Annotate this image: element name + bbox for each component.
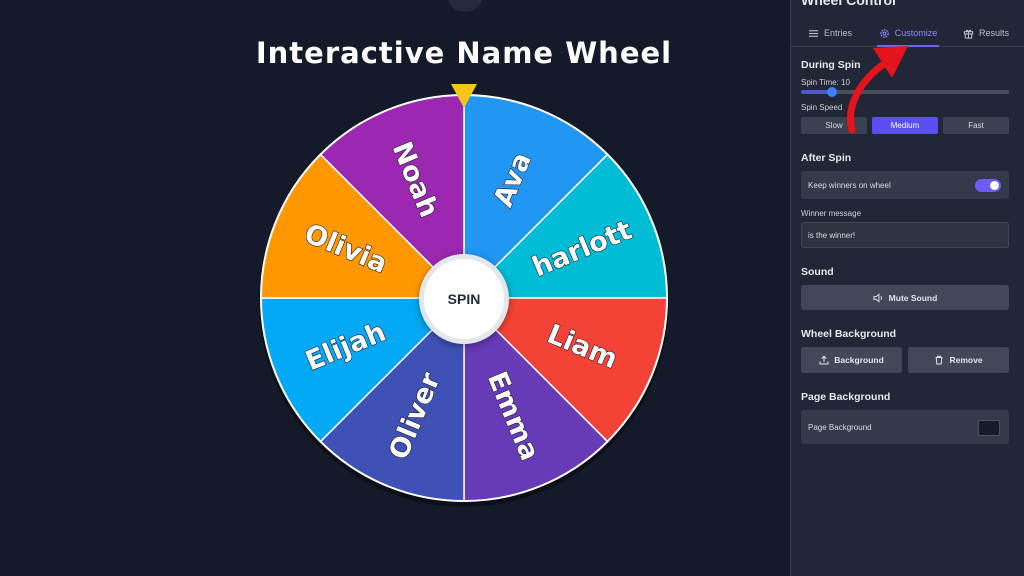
wheel-background-actions: Background Remove [801,347,1009,373]
remove-background-button[interactable]: Remove [908,347,1009,373]
gift-icon [963,29,974,39]
spin-time-slider-thumb[interactable] [827,87,838,97]
tab-customize[interactable]: Customize [869,20,947,47]
upload-background-button[interactable]: Background [801,347,902,373]
keep-winners-toggle[interactable] [975,179,1001,192]
wheel-background-heading: Wheel Background [801,328,897,340]
panel-title: Wheel Control [801,0,896,8]
spin-speed-label: Spin Speed [801,103,843,112]
toggle-knob [990,181,999,190]
gear-icon [879,28,889,38]
panel-tabs: Entries Customize Results [791,20,1024,47]
background-label: Background [834,355,884,365]
page-background-label: Page Background [808,422,872,432]
speed-fast-button[interactable]: Fast [943,117,1009,134]
winner-message-label: Winner message [801,209,862,218]
tab-entries[interactable]: Entries [791,20,869,46]
tab-results-label: Results [978,28,1009,38]
remove-label: Remove [949,355,983,365]
mute-sound-button[interactable]: Mute Sound [801,285,1009,310]
tab-entries-label: Entries [823,28,852,38]
list-icon [808,29,819,37]
during-spin-heading: During Spin [801,59,861,71]
keep-winners-row: Keep winners on wheel [801,171,1009,199]
tab-results[interactable]: Results [947,20,1024,46]
name-wheel[interactable]: AvaharlottLiamEmmaOliverElijahOliviaNoah [0,0,790,576]
winner-message-input[interactable]: is the winner! [801,222,1009,248]
after-spin-heading: After Spin [801,152,852,164]
trash-icon [935,355,943,365]
spin-time-label: Spin Time: 10 [801,78,850,87]
spin-button[interactable]: SPIN [419,254,509,344]
page-background-row: Page Background [801,410,1009,444]
speed-slow-button[interactable]: Slow [801,117,867,134]
speaker-icon [873,292,882,303]
mute-sound-label: Mute Sound [888,292,938,303]
keep-winners-label: Keep winners on wheel [808,180,891,190]
upload-icon [819,355,829,365]
spin-speed-options: Slow Medium Fast [801,117,1009,134]
spin-time-slider[interactable] [801,87,1009,97]
tab-customize-label: Customize [894,28,938,38]
page-background-heading: Page Background [801,391,891,403]
page-background-color-picker[interactable] [978,420,1000,436]
sound-heading: Sound [801,266,834,278]
speed-medium-button[interactable]: Medium [872,117,938,134]
wheel-control-panel: Wheel Control Entries Customize Results … [790,0,1024,576]
